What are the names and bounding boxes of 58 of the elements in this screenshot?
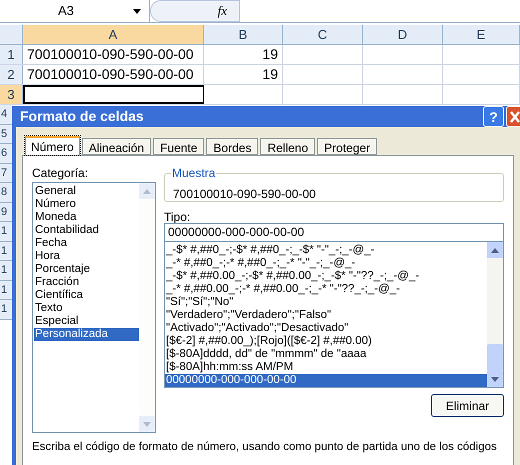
category-item[interactable]: Hora	[34, 250, 139, 263]
table-cell: 700100010-090-590-00-00	[23, 65, 204, 84]
format-item[interactable]: _-* #,##0_-;-* #,##0_-;_-* "-"_-;_-@_-	[165, 257, 487, 270]
format-item[interactable]: 00000000-000-000-00-00	[165, 374, 487, 387]
format-item[interactable]: "Verdadero";"Verdadero";"Falso"	[165, 309, 487, 322]
scroll-up-icon[interactable]	[491, 248, 499, 252]
name-box[interactable]: A3	[0, 0, 150, 22]
row-header[interactable]: 3	[0, 85, 23, 104]
description-text: Escriba el código de formato de número, usando como punto de partida uno de los códigos	[32, 440, 498, 455]
column-header[interactable]: C	[283, 25, 363, 44]
category-item[interactable]: Especial	[34, 315, 139, 328]
format-item[interactable]: [$€-2] #,##0.00_);[Rojo]([$€-2] #,##0.00)	[165, 335, 487, 348]
category-item[interactable]: General	[34, 185, 139, 198]
category-item[interactable]: Número	[34, 198, 139, 211]
window-title: Formato de celdas	[19, 107, 144, 126]
category-item[interactable]: Fecha	[34, 237, 139, 250]
scroll-down-icon[interactable]	[491, 376, 499, 382]
format-item[interactable]: [$-80A]dddd, dd" de "mmmm" de "aaaa	[165, 348, 487, 361]
category-label: Categoría:	[32, 165, 90, 180]
table-cell: 700100010-090-590-00-00	[23, 45, 204, 64]
table-cell: 19	[204, 45, 283, 64]
type-input[interactable]: 00000000-000-000-00-00	[164, 223, 504, 242]
format-item[interactable]: [$-80A]hh:mm:ss AM/PM	[165, 361, 487, 374]
category-item[interactable]: Texto	[34, 302, 139, 315]
tab[interactable]: Alineación	[82, 138, 152, 155]
delete-button[interactable]: Eliminar	[431, 394, 504, 417]
formula-button[interactable]: fx	[150, 0, 240, 22]
column-header[interactable]: E	[443, 25, 520, 44]
close-button[interactable]	[506, 106, 520, 127]
category-item[interactable]: Personalizada	[34, 328, 139, 341]
scroll-thumb[interactable]	[487, 344, 503, 371]
tab[interactable]: Relleno	[260, 138, 316, 155]
type-label: Tipo:	[164, 209, 192, 223]
help-button[interactable]: ?	[483, 106, 504, 127]
category-item[interactable]: Científica	[34, 289, 139, 302]
format-item[interactable]: "Sí";"Sí";"No"	[165, 296, 487, 309]
column-header[interactable]: B	[204, 25, 283, 44]
tab[interactable]: Bordes	[206, 138, 258, 155]
format-item[interactable]: _-$* #,##0_-;-$* #,##0_-;_-$* "-"_-;_-@_-	[165, 244, 487, 257]
column-header[interactable]: D	[363, 25, 443, 44]
format-item[interactable]: "Activado";"Activado";"Desactivado"	[165, 322, 487, 335]
category-item[interactable]: Porcentaje	[34, 263, 139, 276]
format-item[interactable]: _-$* #,##0.00_-;-$* #,##0.00_-;_-$* "-"??_-;_-@_-	[165, 270, 487, 283]
row-header[interactable]: 2	[0, 65, 23, 84]
category-item[interactable]: Moneda	[34, 211, 139, 224]
category-item[interactable]: Contabilidad	[34, 224, 139, 237]
format-item[interactable]: _-* #,##0.00_-;-* #,##0.00_-;_-* "-"??_-;_-@_-	[165, 283, 487, 296]
tab[interactable]: Fuente	[153, 138, 204, 155]
tab[interactable]: Proteger	[317, 138, 378, 155]
close-icon[interactable]	[510, 110, 520, 122]
sample-value: 700100010-090-590-00-00	[172, 186, 317, 203]
category-item[interactable]: Fracción	[34, 276, 139, 289]
tab[interactable]: Número	[25, 136, 80, 155]
table-cell: 19	[204, 65, 283, 84]
sample-label: Muestra	[171, 165, 216, 182]
row-header[interactable]: 1	[0, 45, 23, 64]
dropdown-icon[interactable]	[133, 8, 141, 14]
column-header[interactable]: A	[23, 25, 204, 44]
